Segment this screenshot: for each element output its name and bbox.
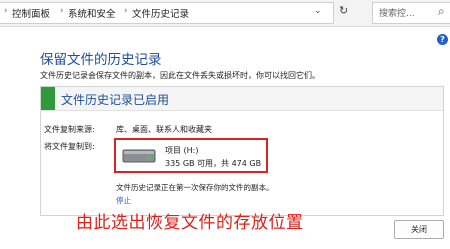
- search-icon[interactable]: ⌕: [438, 4, 445, 19]
- chevron-right-icon[interactable]: ›: [124, 6, 128, 16]
- status-bar: 文件历史记录已启用: [41, 87, 443, 111]
- annotation-text: 由此选出恢复文件的存放位置: [76, 213, 304, 233]
- drive-icon: [122, 149, 156, 163]
- copy-status-note: 文件历史记录正在第一次保存你的文件的副本。: [116, 183, 274, 192]
- breadcrumb-item-control-panel[interactable]: 控制面板: [12, 6, 50, 20]
- search-input[interactable]: 搜索控... ⌕: [372, 2, 450, 24]
- chevron-right-icon[interactable]: ›: [60, 6, 64, 16]
- source-label: 文件复制来源:: [44, 125, 95, 134]
- stop-link[interactable]: 停止: [116, 195, 131, 206]
- chevron-right-icon: ›: [4, 6, 8, 16]
- help-icon[interactable]: ?: [437, 34, 448, 45]
- page-title: 保留文件的历史记录: [40, 52, 162, 68]
- breadcrumb[interactable]: › 控制面板 › 系统和安全 › 文件历史记录 ⌄: [0, 2, 334, 24]
- search-placeholder: 搜索控...: [379, 9, 415, 19]
- breadcrumb-item-file-history[interactable]: 文件历史记录: [132, 6, 189, 20]
- destination-label: 将文件复制到:: [44, 142, 95, 151]
- refresh-icon[interactable]: ↻: [339, 4, 348, 17]
- status-text: 文件历史记录已启用: [61, 93, 170, 107]
- address-bar: › 控制面板 › 系统和安全 › 文件历史记录 ⌄ ↻ 搜索控... ⌕: [0, 0, 450, 27]
- drive-name: 项目 (H:): [165, 146, 199, 155]
- destination-drive[interactable]: 项目 (H:) 335 GB 可用，共 474 GB: [114, 138, 268, 173]
- close-button[interactable]: 关闭: [394, 220, 444, 239]
- source-value: 库、桌面、联系人和收藏夹: [116, 125, 212, 134]
- breadcrumb-item-system-security[interactable]: 系统和安全: [68, 6, 116, 20]
- status-indicator: [41, 87, 55, 110]
- chevron-down-icon[interactable]: ⌄: [314, 6, 322, 16]
- page-description: 文件历史记录会保存文件的副本，因此在文件丢失或损坏时，你可以找回它们。: [40, 71, 320, 80]
- drive-space: 335 GB 可用，共 474 GB: [165, 159, 262, 168]
